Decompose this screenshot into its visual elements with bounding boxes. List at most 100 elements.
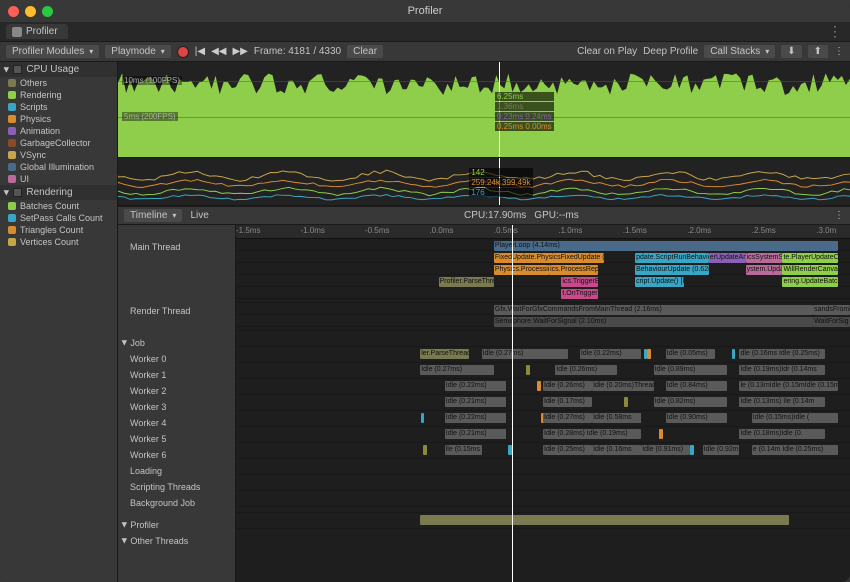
legend-item[interactable]: GarbageCollector [0, 137, 117, 149]
timeline-segment[interactable]: WaitForSig [813, 317, 850, 327]
timeline-segment[interactable]: ystem.Update [746, 265, 783, 275]
timeline-segment[interactable]: Idle (0.13ms) Ile (0.14m [739, 397, 825, 407]
timeline-segment[interactable]: sandsFromM [813, 305, 850, 315]
toolbar-menu-icon[interactable]: ⋮ [834, 46, 844, 57]
render-chart[interactable]: 142259.24k 399.49k176 [118, 158, 850, 206]
render-module-header[interactable]: Rendering [0, 185, 117, 200]
prev-frame-button[interactable]: |◀ [195, 46, 205, 57]
thread-background[interactable]: Background Job [118, 495, 235, 511]
legend-item[interactable]: VSync [0, 149, 117, 161]
timeline-menu-icon[interactable]: ⋮ [834, 210, 844, 221]
live-toggle[interactable]: Live [190, 210, 208, 221]
timeline-segment[interactable]: Idle (0.28ms) Idle (0.19ms) [543, 429, 641, 439]
timeline-segment[interactable]: Idle (0.18ms)Idle (0. [739, 429, 825, 439]
legend-item[interactable]: SetPass Calls Count [0, 212, 117, 224]
timeline-segment[interactable]: Idle (0.15ms)Idle ( [752, 413, 838, 423]
other-threads-group[interactable]: Other Threads [118, 533, 235, 549]
timeline-segment[interactable]: Idle (0.91ms) [641, 445, 690, 455]
thread-main[interactable]: Main Thread [118, 239, 235, 255]
timeline-segment[interactable]: lle (0.15ms [445, 445, 482, 455]
minimize-icon[interactable] [25, 6, 36, 17]
timeline-segment[interactable]: Idle (0.84ms) [666, 381, 727, 391]
record-button[interactable] [177, 46, 189, 58]
timeline-segment[interactable]: Idle (0.92ms) [703, 445, 740, 455]
thread-worker[interactable]: Worker 6 [118, 447, 235, 463]
timeline-segment[interactable]: e (0.14m Idle (0.25ms) [752, 445, 838, 455]
timeline-segment[interactable]: pdate.ScriptRunBehaviourUpdate (0.62ms) [635, 253, 709, 263]
timeline-segment[interactable]: Idle (0.21ms) [445, 429, 506, 439]
clear-on-play-toggle[interactable]: Clear on Play [577, 46, 637, 57]
timeline-segment[interactable]: t.OnTriggerEnter() (0ms [561, 289, 598, 299]
timeline-segment[interactable]: BehaviourUpdate (0.62ms) [635, 265, 709, 275]
playmode-dropdown[interactable]: Playmode [105, 45, 170, 58]
timeline-segment[interactable]: ics.TriggerEnterExits (0.38 [561, 277, 598, 287]
thread-worker[interactable]: Worker 4 [118, 415, 235, 431]
timeline-segment[interactable] [420, 515, 788, 525]
legend-item[interactable]: Triangles Count [0, 224, 117, 236]
timeline-segment[interactable]: Idle (0.26ms) [555, 365, 616, 375]
timeline-segment[interactable]: Idle (0.26ms) [543, 381, 592, 391]
job-group[interactable]: Job [118, 335, 235, 351]
thread-loading[interactable]: Loading [118, 463, 235, 479]
load-icon[interactable]: ⬆ [808, 45, 828, 58]
timeline-segment[interactable]: Idle (0.82ms) [654, 397, 728, 407]
legend-item[interactable]: Batches Count [0, 200, 117, 212]
timeline-segment[interactable]: PlayerLoop (4.14ms) [494, 241, 838, 251]
maximize-icon[interactable] [42, 6, 53, 17]
clear-button[interactable]: Clear [347, 45, 383, 58]
save-icon[interactable]: ⬇ [781, 45, 801, 58]
call-stacks-dropdown[interactable]: Call Stacks [704, 45, 775, 58]
timeline-segment[interactable]: ler.ParseThreadData (0.39 [420, 349, 469, 359]
timeline-segment[interactable]: Idle (0.19ms)Idr (0.14ms [739, 365, 825, 375]
timeline-playhead[interactable] [512, 225, 513, 582]
timeline-segment[interactable]: Idle (0.17ms) [543, 397, 592, 407]
timeline-segment[interactable]: dle (0.16ms Idle (0.25ms) [739, 349, 825, 359]
legend-item[interactable]: UI [0, 173, 117, 185]
profiler-group[interactable]: Profiler [118, 517, 235, 533]
timeline-segment[interactable]: Idle (0.25ms) [543, 445, 592, 455]
thread-scripting[interactable]: Scripting Threads [118, 479, 235, 495]
thread-worker[interactable]: Worker 0 [118, 351, 235, 367]
tab-menu-icon[interactable]: ⋮ [828, 23, 842, 40]
profiler-modules-dropdown[interactable]: Profiler Modules [6, 45, 99, 58]
timeline-segment[interactable]: Semaphore.WaitForSignal (2.10ms) [494, 317, 813, 327]
timeline-canvas[interactable]: -1.5ms-1.0ms-0.5ms.0.0ms.0.5ms.1.0ms.1.5… [236, 225, 850, 582]
timeline-segment[interactable]: Idle (0.27ms) [420, 365, 494, 375]
timeline-segment[interactable]: WillRenderCanvases [782, 265, 837, 275]
timeline-segment[interactable]: erUpdateAn [709, 253, 746, 263]
thread-worker[interactable]: Worker 5 [118, 431, 235, 447]
timeline-segment[interactable]: le (0.13mIdle (0.15mIdle (0.15m [739, 381, 837, 391]
thread-render[interactable]: Render Thread [118, 303, 235, 319]
cpu-chart[interactable]: 10ms (100FPS) 5ms (200FPS) 6.25ms1.36ms0… [118, 62, 850, 158]
timeline-segment[interactable]: Idle (0.89ms) [654, 365, 728, 375]
timeline-segment[interactable]: Idle (0.22ms) [445, 413, 506, 423]
timeline-segment[interactable]: Idle (0.20ms)Threadt [592, 381, 653, 391]
legend-item[interactable]: Global Illumination [0, 161, 117, 173]
legend-item[interactable]: Physics [0, 113, 117, 125]
timeline-segment[interactable]: Idle (0.90ms) [666, 413, 727, 423]
deep-profile-toggle[interactable]: Deep Profile [643, 46, 698, 57]
legend-item[interactable]: Rendering [0, 89, 117, 101]
timeline-segment[interactable]: Idle (0.22ms) [580, 349, 641, 359]
timeline-segment[interactable]: te.PlayerUpdateCanv [782, 253, 837, 263]
timeline-segment[interactable]: FixedUpdate.PhysicsFixedUpdate (1.23ms) [494, 253, 605, 263]
thread-worker[interactable]: Worker 2 [118, 383, 235, 399]
tab-profiler[interactable]: Profiler [6, 24, 68, 39]
timeline-segment[interactable]: Idle (0.27ms) [543, 413, 592, 423]
legend-item[interactable]: Vertices Count [0, 236, 117, 248]
close-icon[interactable] [8, 6, 19, 17]
timeline-segment[interactable]: Physics.Processing (0.40ms) [494, 265, 549, 275]
view-dropdown[interactable]: Timeline [124, 209, 182, 222]
timeline-segment[interactable]: Idle (0.22ms) [445, 381, 506, 391]
step-back-button[interactable]: ◀◀ [211, 46, 226, 57]
timeline-segment[interactable]: Idle (0.05ms) [666, 349, 715, 359]
thread-worker[interactable]: Worker 1 [118, 367, 235, 383]
step-forward-button[interactable]: ▶▶ [232, 46, 247, 57]
timeline-segment[interactable]: icsSystemSingl [746, 253, 783, 263]
thread-worker[interactable]: Worker 3 [118, 399, 235, 415]
legend-item[interactable]: Animation [0, 125, 117, 137]
legend-item[interactable]: Scripts [0, 101, 117, 113]
legend-item[interactable]: Others [0, 77, 117, 89]
timeline-segment[interactable]: cript.Update() [Invoke] (0. [635, 277, 684, 287]
timeline-segment[interactable]: Idle (0.16ms [592, 445, 641, 455]
